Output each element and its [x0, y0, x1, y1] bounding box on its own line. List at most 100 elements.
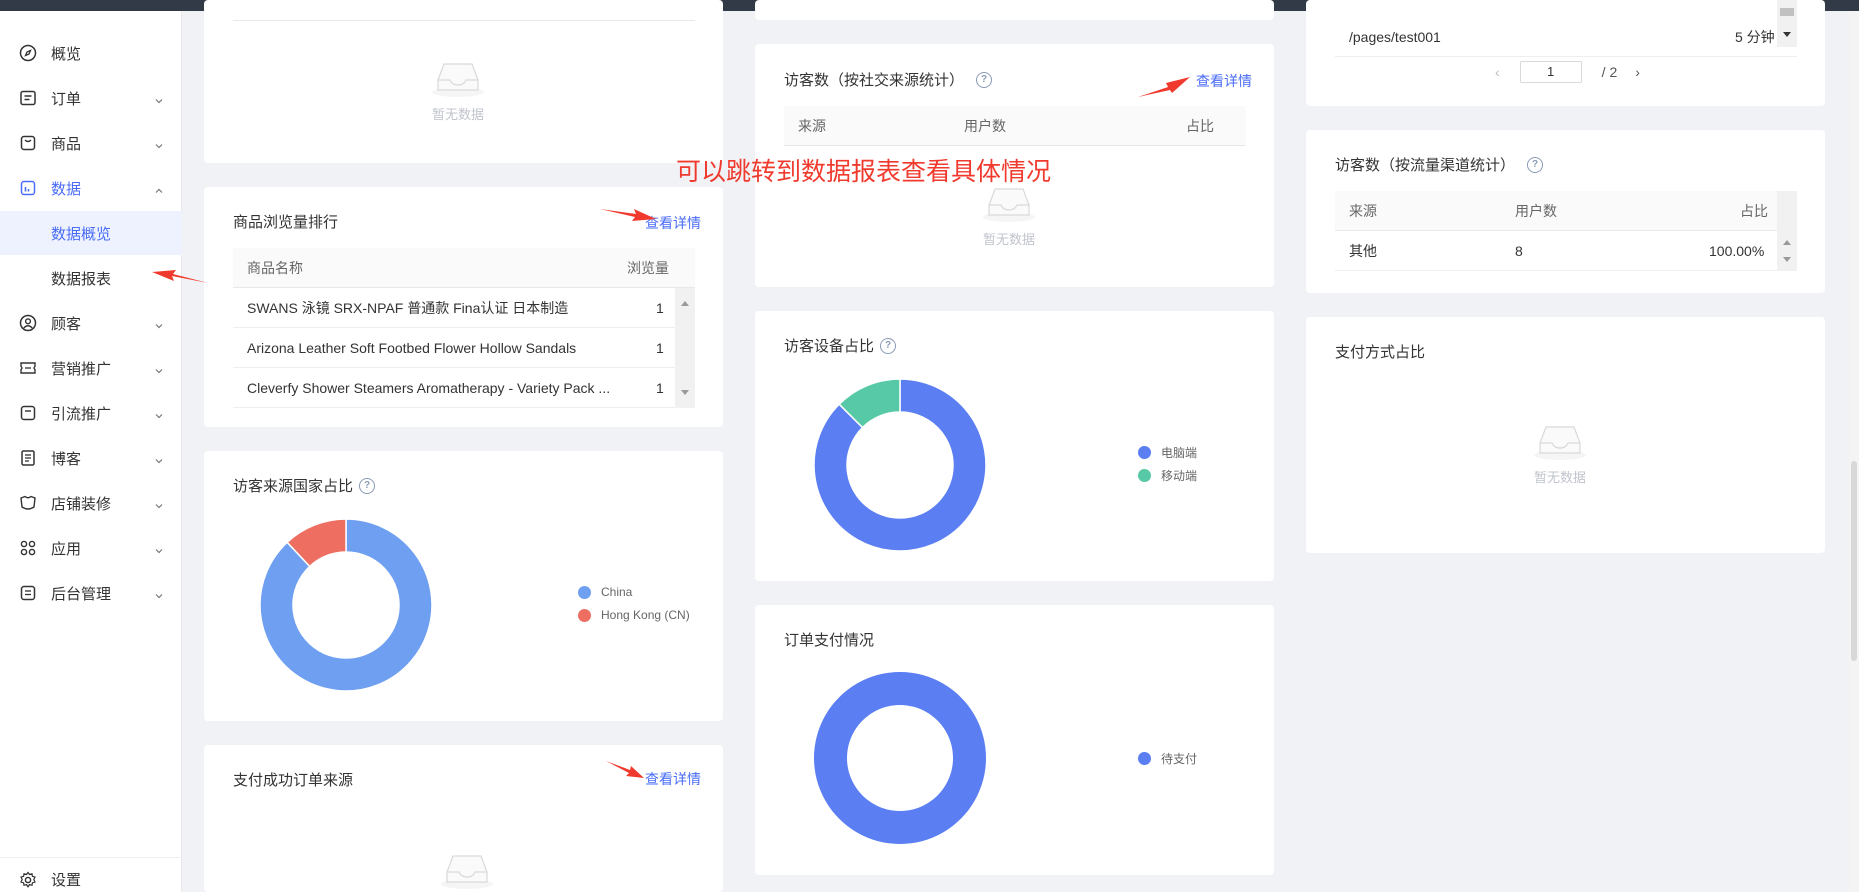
sidebar-item-label: 数据 [51, 180, 82, 198]
view-count: 1 [656, 379, 664, 396]
view-details-link[interactable]: 查看详情 [1196, 71, 1252, 91]
sidebar-item-admin[interactable]: 后台管理 [0, 571, 182, 615]
table-header: 来源 用户数 占比 [1335, 191, 1777, 231]
scroll-down-icon [681, 390, 689, 395]
chart-icon [19, 179, 37, 197]
sidebar-subitem-data-overview[interactable]: 数据概览 [0, 211, 182, 255]
channel-visitors-card: 访客数（按流量渠道统计） ? 来源 用户数 占比 其他 8 100.00% [1306, 130, 1825, 293]
sidebar-item-orders[interactable]: 订单 [0, 76, 182, 120]
legend-label: 移动端 [1161, 469, 1198, 483]
settings-button[interactable]: 设置 [0, 857, 182, 892]
column-header: 用户数 [964, 117, 1006, 134]
scroll-up-icon [1783, 240, 1791, 245]
chevron-down-icon [154, 138, 164, 149]
table-scrollbar[interactable] [1777, 0, 1797, 47]
document-icon [19, 449, 37, 467]
legend-item[interactable]: 电脑端 [1138, 444, 1197, 461]
empty-text: 暂无数据 [431, 107, 484, 122]
next-page-icon[interactable]: › [1635, 64, 1640, 80]
sidebar-item-data[interactable]: 数据 [0, 166, 182, 210]
empty-state [439, 850, 495, 890]
pagination: ‹ 1 / 2 › [1495, 61, 1640, 83]
legend-item[interactable]: Hong Kong (CN) [578, 608, 690, 622]
bag-icon [19, 134, 37, 152]
device-share-donut [813, 378, 987, 552]
scrollbar-thumb[interactable] [1851, 461, 1857, 661]
table-row[interactable]: SWANS 泳镜 SRX-NPAF 普通款 Fina认证 日本制造 1 [233, 288, 675, 328]
chevron-down-icon [154, 498, 164, 509]
annotation-arrow [152, 270, 208, 283]
sidebar-item-label: 顾客 [51, 315, 82, 333]
sidebar-item-label: 博客 [51, 450, 82, 468]
legend-item[interactable]: 移动端 [1138, 467, 1197, 484]
card-title: 访客数（按社交来源统计） ? [784, 69, 993, 90]
column-header: 商品名称 [247, 259, 303, 276]
sidebar-item-traffic[interactable]: 引流推广 [0, 391, 182, 435]
gear-icon [19, 871, 37, 889]
card-title: 访客数（按流量渠道统计） ? [1335, 154, 1544, 175]
donut-slice[interactable] [813, 672, 986, 844]
column-header: 占比 [1740, 202, 1768, 219]
empty-box-icon [441, 855, 493, 889]
sidebar-item-apps[interactable]: 应用 [0, 526, 182, 570]
card-title: 支付方式占比 [1335, 344, 1426, 361]
sidebar-item-blog[interactable]: 博客 [0, 436, 182, 480]
column-header: 来源 [798, 117, 826, 134]
table-row[interactable]: Cleverfy Shower Steamers Aromatherapy - … [233, 368, 675, 408]
shirt-icon [19, 494, 37, 512]
sidebar-item-label: 概览 [51, 45, 82, 63]
table-row[interactable]: 其他 8 100.00% [1335, 231, 1777, 271]
apps-icon [19, 539, 37, 557]
scroll-up-icon [681, 301, 689, 306]
traffic-icon [19, 404, 37, 422]
table-scrollbar[interactable] [1777, 191, 1797, 271]
compass-icon [19, 44, 37, 62]
chevron-down-icon [154, 363, 164, 374]
empty-box-icon [1534, 426, 1586, 460]
sidebar-item-label: 引流推广 [51, 405, 112, 423]
product-name: SWANS 泳镜 SRX-NPAF 普通款 Fina认证 日本制造 [247, 299, 569, 316]
sidebar-item-customers[interactable]: 顾客 [0, 301, 182, 345]
payment-method-card: 支付方式占比 暂无数据 [1306, 317, 1825, 553]
column-header: 浏览量 [627, 259, 669, 276]
chevron-down-icon [154, 588, 164, 599]
chevron-down-icon [154, 93, 164, 104]
source-name: 其他 [1349, 242, 1377, 259]
card-title: 商品浏览量排行 [233, 214, 339, 231]
sidebar-item-label: 应用 [51, 540, 82, 558]
view-details-link[interactable]: 查看详情 [645, 769, 701, 789]
sidebar-item-marketing[interactable]: 营销推广 [0, 346, 182, 390]
annotation-arrow [600, 209, 656, 221]
ticket-icon [19, 359, 37, 377]
visitor-country-card: 访客来源国家占比 ? China Hong Kong (CN) [204, 451, 723, 721]
sidebar-subitem-label: 数据报表 [51, 270, 112, 288]
legend-item[interactable]: China [578, 585, 632, 599]
page-list-card: /pages/test001 5 分钟 ‹ 1 / 2 › [1306, 0, 1825, 106]
divider [233, 20, 695, 21]
legend-dot [1138, 469, 1151, 482]
help-icon[interactable]: ? [359, 477, 376, 494]
card-title-text: 访客来源国家占比 [233, 478, 354, 495]
column-header: 占比 [1186, 117, 1214, 134]
sidebar-item-label: 营销推广 [51, 360, 112, 378]
page-scrollbar[interactable] [1849, 11, 1859, 892]
prev-page-icon[interactable]: ‹ [1495, 64, 1500, 80]
help-icon[interactable]: ? [1527, 156, 1544, 173]
table-header: 商品名称 浏览量 [233, 248, 695, 288]
sidebar: 概览 订单 商品 数据 数据概览 数据报表 顾客 营销推广 引流推广 博客 店铺… [0, 11, 182, 892]
legend-label: China [601, 585, 633, 599]
sidebar-item-store-design[interactable]: 店铺装修 [0, 481, 182, 525]
help-icon[interactable]: ? [880, 337, 897, 354]
card-title: 订单支付情况 [784, 632, 875, 649]
legend-item[interactable]: 待支付 [1138, 750, 1197, 767]
column-header: 用户数 [1515, 202, 1557, 219]
sidebar-item-products[interactable]: 商品 [0, 121, 182, 165]
card-title: 支付成功订单来源 [233, 772, 354, 789]
sidebar-item-overview[interactable]: 概览 [0, 31, 182, 75]
view-count: 1 [656, 339, 664, 356]
help-icon[interactable]: ? [976, 71, 993, 88]
table-scrollbar[interactable] [675, 288, 695, 408]
table-row[interactable]: Arizona Leather Soft Footbed Flower Holl… [233, 328, 675, 368]
table-row[interactable]: /pages/test001 5 分钟 [1335, 17, 1797, 57]
page-input[interactable]: 1 [1519, 61, 1582, 83]
